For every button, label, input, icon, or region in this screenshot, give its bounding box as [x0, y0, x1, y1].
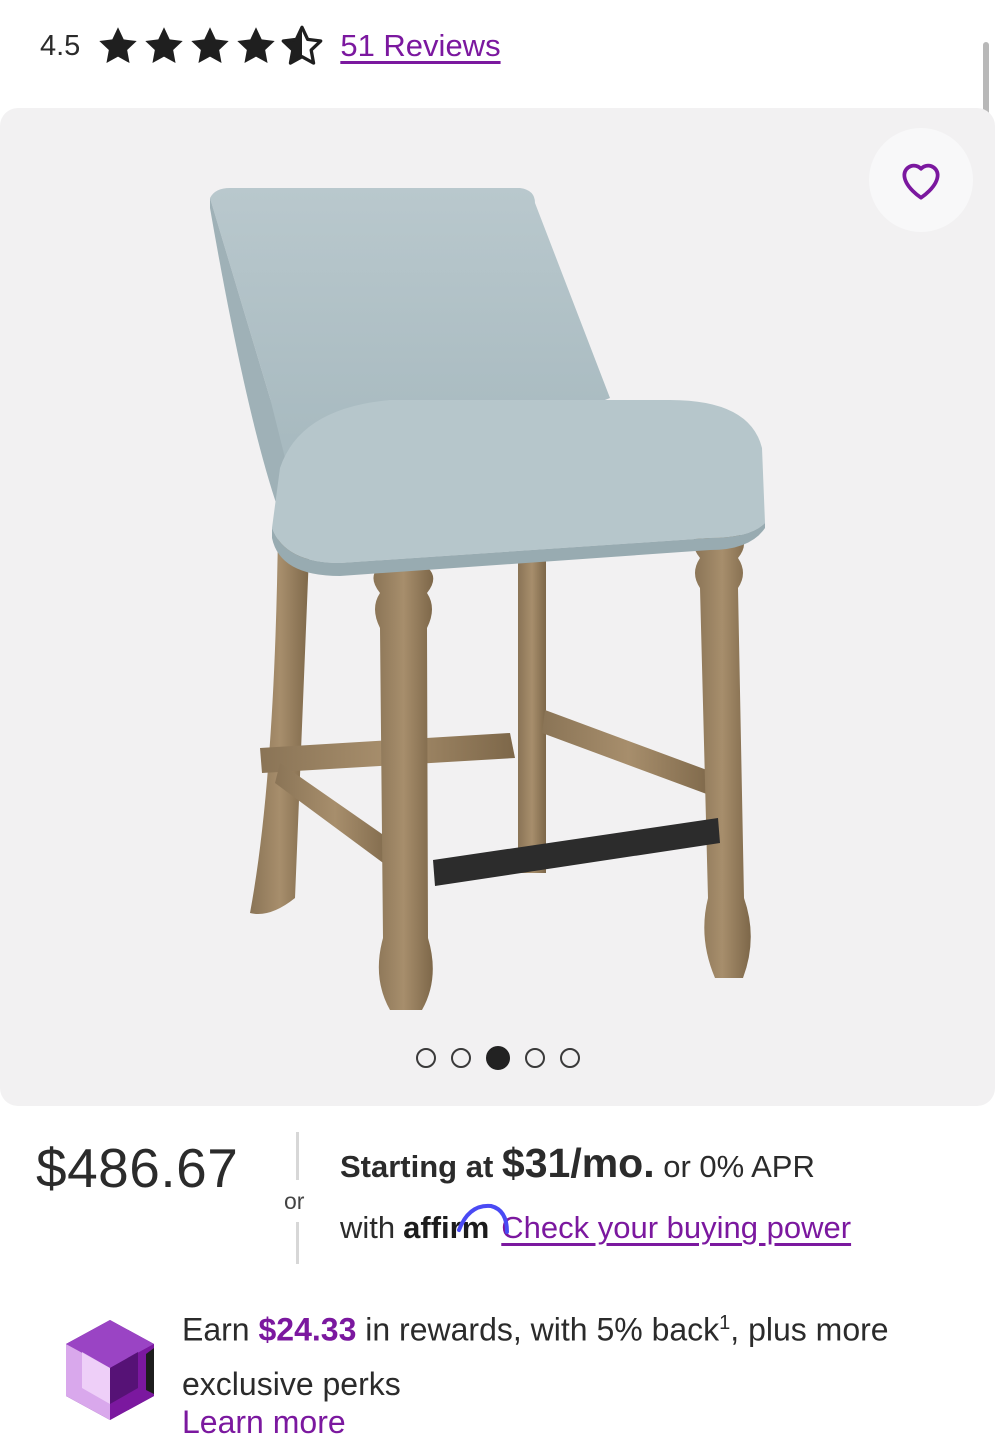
star-rating	[96, 24, 324, 68]
star-filled-icon	[99, 27, 138, 64]
divider	[296, 1132, 299, 1180]
star-filled-icon	[145, 27, 184, 64]
financing-affirm: with affirm Check your buying power	[340, 1203, 851, 1246]
product-price: $486.67	[36, 1137, 239, 1199]
affirm-logo: affirm	[403, 1203, 510, 1246]
product-image-gallery[interactable]	[0, 108, 995, 1106]
star-filled-icon	[191, 27, 230, 64]
favorite-button[interactable]	[869, 128, 973, 232]
rewards-earn-suffix: in rewards, with 5% back	[356, 1311, 720, 1348]
financing-offer: Starting at $31/mo. or 0% APR	[340, 1140, 815, 1187]
carousel-dot-active[interactable]	[485, 1046, 510, 1070]
financing-prefix: Starting at	[340, 1149, 502, 1184]
rating-value: 4.5	[40, 29, 81, 62]
star-filled-icon	[237, 27, 276, 64]
carousel-dot[interactable]	[450, 1048, 471, 1068]
rewards-amount: $24.33	[258, 1311, 357, 1348]
or-label: or	[284, 1188, 305, 1214]
rewards-earn-prefix: Earn	[182, 1311, 259, 1348]
carousel-dot[interactable]	[524, 1048, 545, 1068]
affirm-arc-icon	[457, 1203, 510, 1234]
rewards-footnote-mark: 1	[719, 1312, 731, 1334]
rating-row: 4.5 51 Reviews	[40, 22, 501, 70]
divider	[296, 1222, 299, 1264]
buying-power-link[interactable]: Check your buying power	[501, 1210, 851, 1246]
carousel-dot[interactable]	[559, 1048, 580, 1068]
reviews-link[interactable]: 51 Reviews	[340, 28, 500, 64]
heart-outline-icon	[902, 163, 940, 200]
financing-amount: $31/mo.	[501, 1140, 655, 1186]
purple-gem-icon	[66, 1320, 154, 1420]
carousel-dots	[0, 1046, 995, 1070]
product-image	[210, 188, 765, 1010]
learn-more-link[interactable]: Learn more	[182, 1404, 346, 1440]
star-half-icon	[281, 25, 323, 65]
financing-suffix: or 0% APR	[654, 1149, 815, 1184]
with-label: with	[340, 1210, 396, 1245]
rewards-text: Earn $24.33 in rewards, with 5% back1, p…	[182, 1296, 942, 1411]
carousel-dot[interactable]	[415, 1048, 436, 1068]
